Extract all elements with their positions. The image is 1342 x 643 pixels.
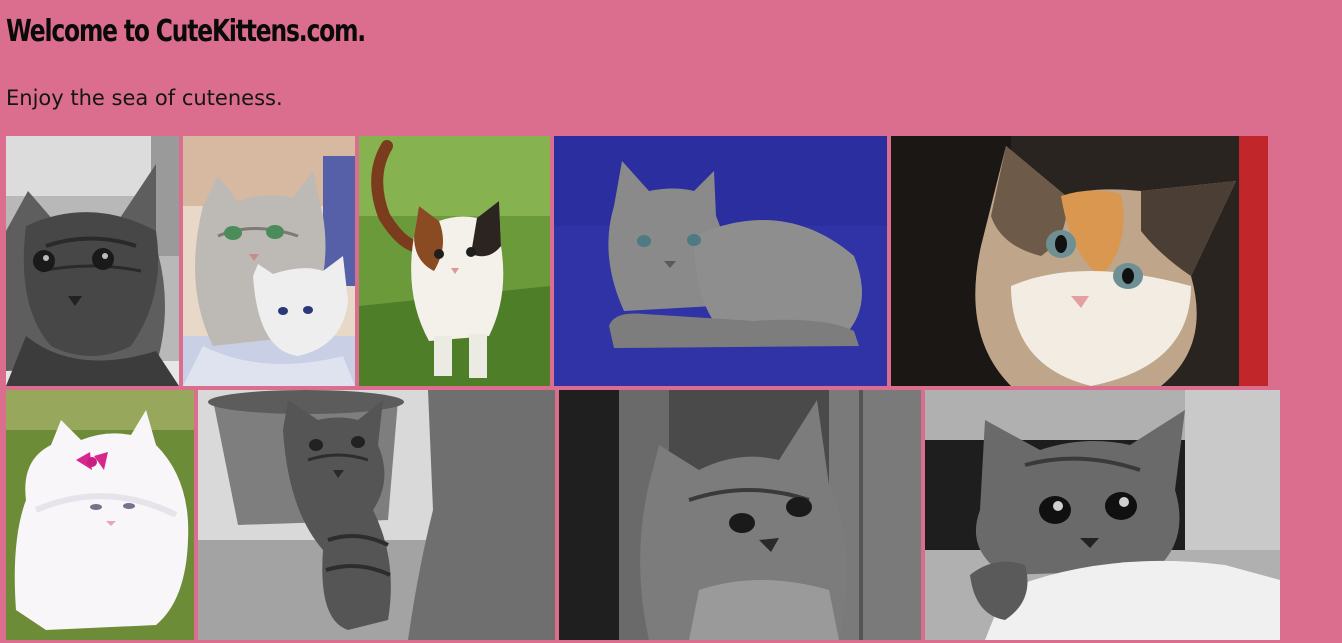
kitten-photo-5 — [891, 136, 1268, 386]
kitten-photo-9 — [925, 390, 1280, 640]
kitten-photo-4 — [554, 136, 887, 386]
kitten-photo-3 — [359, 136, 550, 386]
kitten-photo-6 — [6, 390, 194, 640]
kitten-photo-1 — [6, 136, 179, 386]
page-title: Welcome to CuteKittens.com. — [6, 14, 366, 49]
kitten-photo-2 — [183, 136, 355, 386]
page-tagline: Enjoy the sea of cuteness. — [6, 86, 283, 110]
kitten-photo-7 — [198, 390, 555, 640]
kitten-photo-8 — [559, 390, 921, 640]
